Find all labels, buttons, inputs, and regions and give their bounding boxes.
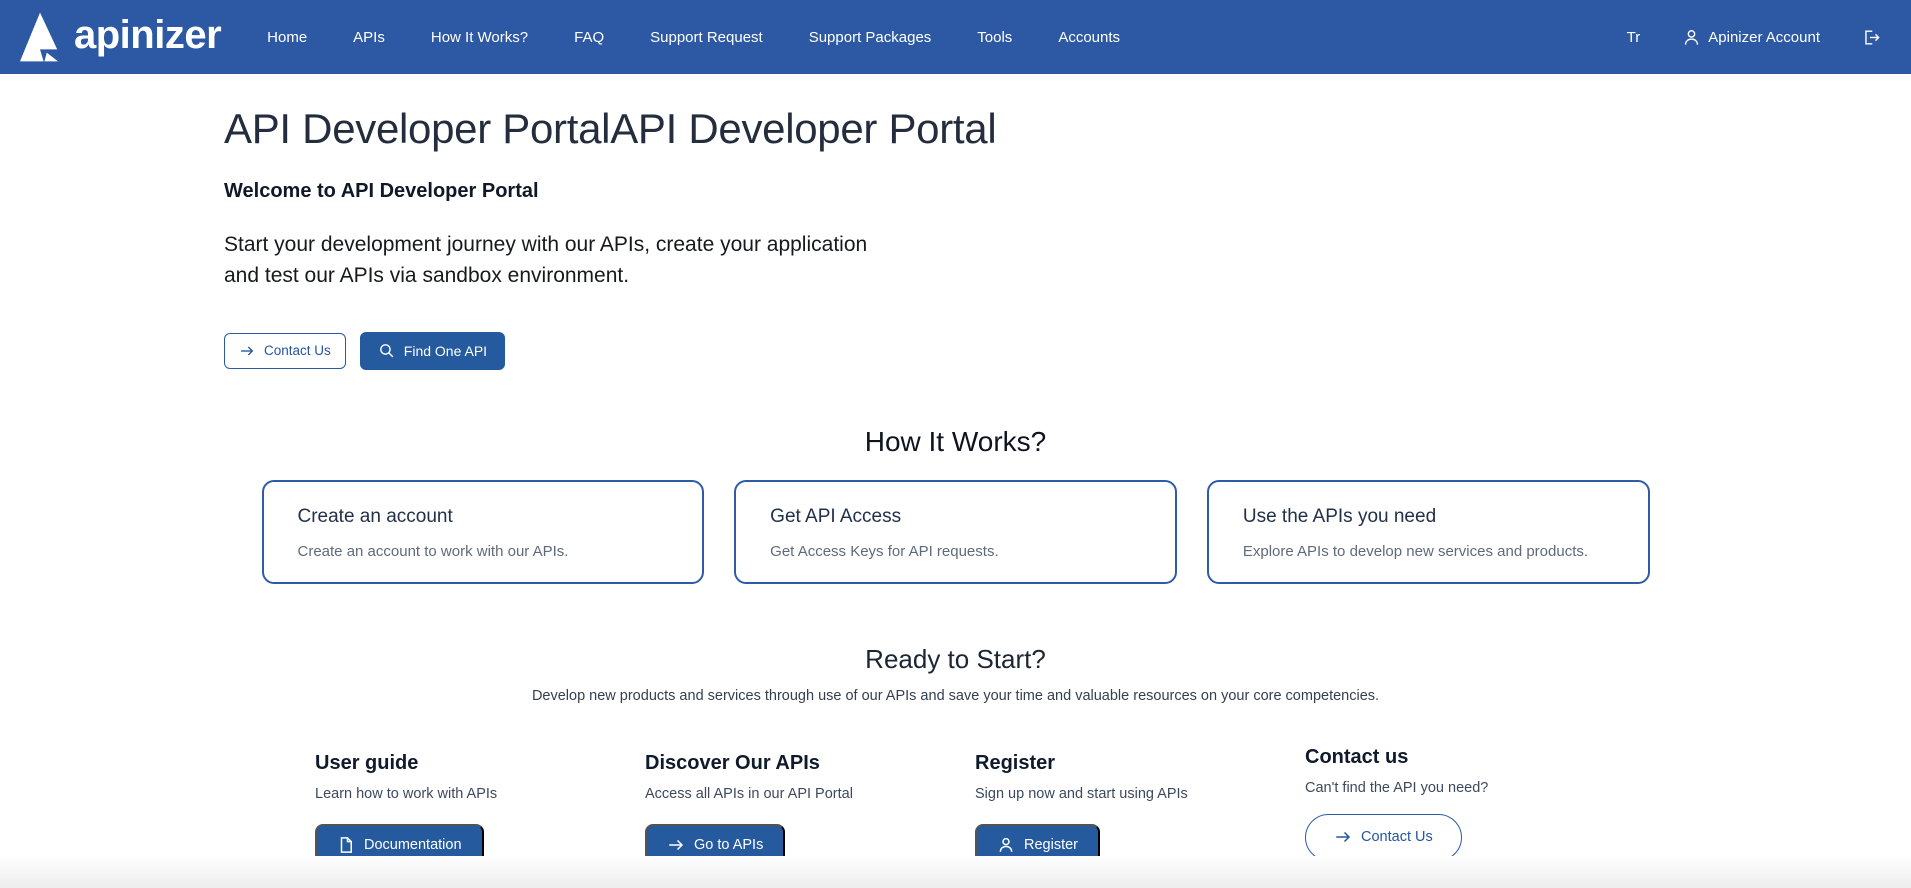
contact-us-pill-label: Contact Us	[1361, 829, 1433, 845]
nav-link-home[interactable]: Home	[267, 29, 307, 46]
person-icon	[1682, 28, 1701, 47]
ready-heading: Ready to Start?	[0, 644, 1911, 675]
hero-section: API Developer PortalAPI Developer Portal…	[0, 74, 1911, 370]
language-switch[interactable]: Tr	[1627, 29, 1641, 46]
how-it-works-section: How It Works? Create an account Create a…	[0, 426, 1911, 584]
card-title: Get API Access	[770, 506, 1141, 528]
ready-subtitle: Develop new products and services throug…	[0, 688, 1911, 704]
nav-link-tools[interactable]: Tools	[977, 29, 1012, 46]
ready-columns: User guide Learn how to work with APIs D…	[315, 752, 1911, 867]
register-label: Register	[1024, 837, 1078, 853]
nav-link-support-request[interactable]: Support Request	[650, 29, 763, 46]
person-icon	[997, 836, 1015, 854]
nav-link-how-it-works[interactable]: How It Works?	[431, 29, 528, 46]
column-title: User guide	[315, 752, 615, 775]
documentation-label: Documentation	[364, 837, 462, 853]
page-title: API Developer PortalAPI Developer Portal	[224, 104, 1911, 154]
logout-icon[interactable]	[1862, 28, 1881, 47]
card-title: Use the APIs you need	[1243, 506, 1614, 528]
nav-link-faq[interactable]: FAQ	[574, 29, 604, 46]
nav-link-accounts[interactable]: Accounts	[1058, 29, 1120, 46]
logo-text: apinizer	[74, 15, 221, 59]
nav-link-apis[interactable]: APIs	[353, 29, 385, 46]
arrow-right-icon	[239, 343, 255, 359]
how-it-works-heading: How It Works?	[0, 426, 1911, 458]
card-description: Explore APIs to develop new services and…	[1243, 543, 1614, 560]
hero-buttons: Contact Us Find One API	[224, 332, 1911, 370]
arrow-right-icon	[1334, 828, 1352, 846]
column-title: Discover Our APIs	[645, 752, 945, 775]
nav-link-support-packages[interactable]: Support Packages	[809, 29, 932, 46]
contact-us-button[interactable]: Contact Us	[224, 333, 346, 369]
column-register: Register Sign up now and start using API…	[975, 752, 1305, 867]
main-navigation: Home APIs How It Works? FAQ Support Requ…	[267, 29, 1120, 46]
welcome-heading: Welcome to API Developer Portal	[224, 180, 1911, 203]
card-create-account[interactable]: Create an account Create an account to w…	[262, 480, 705, 584]
how-it-works-cards: Create an account Create an account to w…	[262, 480, 1650, 584]
find-one-api-button[interactable]: Find One API	[360, 332, 505, 370]
find-one-api-label: Find One API	[404, 343, 487, 359]
account-menu[interactable]: Apinizer Account	[1682, 28, 1820, 47]
column-user-guide: User guide Learn how to work with APIs D…	[315, 752, 645, 867]
ready-to-start-section: Ready to Start? Develop new products and…	[0, 644, 1911, 867]
hero-description: Start your development journey with our …	[224, 229, 874, 291]
navbar-right: Tr Apinizer Account	[1627, 28, 1881, 47]
footer-top-edge	[0, 856, 1911, 888]
document-icon	[337, 836, 355, 854]
column-contact-us: Contact us Can't find the API you need? …	[1305, 746, 1635, 867]
contact-us-pill-button[interactable]: Contact Us	[1305, 814, 1462, 861]
go-to-apis-label: Go to APIs	[694, 837, 763, 853]
arrow-right-icon	[667, 836, 685, 854]
card-description: Create an account to work with our APIs.	[298, 543, 669, 560]
top-navbar: apinizer Home APIs How It Works? FAQ Sup…	[0, 0, 1911, 74]
card-get-api-access[interactable]: Get API Access Get Access Keys for API r…	[734, 480, 1177, 584]
column-description: Sign up now and start using APIs	[975, 786, 1275, 802]
apinizer-logo[interactable]: apinizer	[16, 11, 221, 63]
search-icon	[378, 342, 395, 359]
column-description: Access all APIs in our API Portal	[645, 786, 945, 802]
contact-us-label: Contact Us	[264, 343, 331, 358]
card-use-apis[interactable]: Use the APIs you need Explore APIs to de…	[1207, 480, 1650, 584]
account-label: Apinizer Account	[1708, 29, 1820, 46]
column-title: Contact us	[1305, 746, 1605, 769]
column-description: Learn how to work with APIs	[315, 786, 615, 802]
card-description: Get Access Keys for API requests.	[770, 543, 1141, 560]
card-title: Create an account	[298, 506, 669, 528]
column-discover-apis: Discover Our APIs Access all APIs in our…	[645, 752, 975, 867]
apinizer-logo-icon	[16, 11, 64, 63]
column-description: Can't find the API you need?	[1305, 780, 1605, 796]
column-title: Register	[975, 752, 1275, 775]
